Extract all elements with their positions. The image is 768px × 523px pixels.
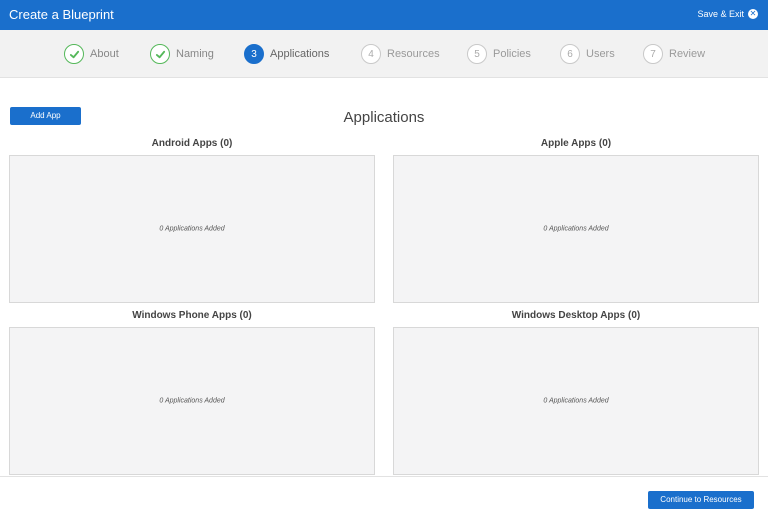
step-circle: 4 xyxy=(361,44,381,64)
empty-message: 0 Applications Added xyxy=(159,225,225,233)
step-policies[interactable]: 5 Policies xyxy=(467,44,531,64)
step-review[interactable]: 7 Review xyxy=(643,44,705,64)
save-exit-label: Save & Exit xyxy=(697,9,744,19)
windows-desktop-apps-panel: 0 Applications Added xyxy=(393,327,759,475)
empty-message: 0 Applications Added xyxy=(159,397,225,405)
wizard-stepper: About Naming 3 Applications 4 Resources … xyxy=(0,30,768,78)
step-label: Policies xyxy=(493,48,531,60)
step-label: About xyxy=(90,48,119,60)
page-heading: Create a Blueprint xyxy=(9,7,114,22)
step-label: Resources xyxy=(387,48,440,60)
android-apps-panel: 0 Applications Added xyxy=(9,155,375,303)
step-circle: 6 xyxy=(560,44,580,64)
close-icon: ✕ xyxy=(748,9,758,19)
step-label: Naming xyxy=(176,48,214,60)
step-circle: 3 xyxy=(244,44,264,64)
empty-message: 0 Applications Added xyxy=(543,397,609,405)
step-users[interactable]: 6 Users xyxy=(560,44,615,64)
apple-apps-panel: 0 Applications Added xyxy=(393,155,759,303)
windows-desktop-apps-title: Windows Desktop Apps (0) xyxy=(511,310,641,321)
step-circle: 5 xyxy=(467,44,487,64)
windows-phone-apps-panel: 0 Applications Added xyxy=(9,327,375,475)
apple-apps-title: Apple Apps (0) xyxy=(540,138,612,149)
step-applications[interactable]: 3 Applications xyxy=(244,44,329,64)
windows-phone-apps-title: Windows Phone Apps (0) xyxy=(132,310,252,321)
continue-to-resources-button[interactable]: Continue to Resources xyxy=(648,491,754,509)
header-bar: Create a Blueprint Save & Exit ✕ xyxy=(0,0,768,30)
step-resources[interactable]: 4 Resources xyxy=(361,44,440,64)
empty-message: 0 Applications Added xyxy=(543,225,609,233)
section-heading: Applications xyxy=(343,109,425,126)
check-circle-icon xyxy=(150,44,170,64)
save-exit-button[interactable]: Save & Exit ✕ xyxy=(697,9,758,19)
step-label: Review xyxy=(669,48,706,60)
android-apps-title: Android Apps (0) xyxy=(151,138,233,149)
step-about[interactable]: About xyxy=(64,44,119,64)
step-circle: 7 xyxy=(643,44,663,64)
step-label: Users xyxy=(586,48,615,60)
step-naming[interactable]: Naming xyxy=(150,44,214,64)
check-circle-icon xyxy=(64,44,84,64)
step-label: Applications xyxy=(270,48,330,60)
